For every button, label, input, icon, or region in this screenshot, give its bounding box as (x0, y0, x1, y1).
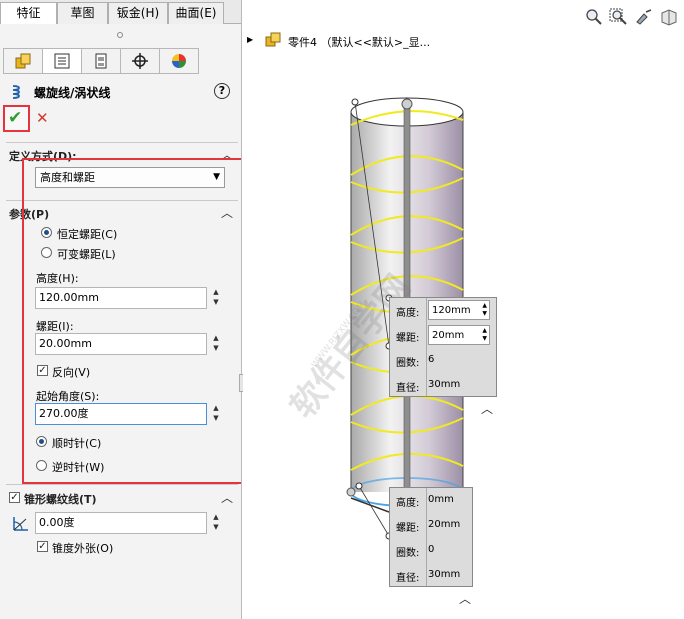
divider (6, 142, 238, 143)
panel-grip-dot (117, 32, 123, 38)
callout-pitch-key: 螺距: (396, 333, 420, 344)
taper-angle-icon (13, 517, 28, 531)
crosshair-icon (132, 53, 148, 69)
callout-turns-key: 圈数: (396, 358, 420, 369)
feature-tree-icon (15, 53, 31, 69)
callout-turns-value: 0 (428, 544, 435, 555)
taper-angle-input[interactable]: 0.00度 (35, 512, 207, 534)
property-manager-panel: 特征 草图 钣金(H) 曲面(E) 螺旋线/涡状线 ? ✔ ✕ 定义方式(D):… (0, 0, 242, 619)
color-wheel-icon (172, 54, 186, 68)
divider (6, 484, 238, 485)
helix-feature-icon (12, 85, 20, 99)
callout-diameter-key: 直径: (396, 383, 420, 394)
tab-sketch[interactable]: 草图 (57, 2, 108, 24)
taper-section-header: 锥形螺纹线(T) (24, 493, 97, 506)
help-icon[interactable]: ? (214, 83, 230, 99)
display-manager-tab[interactable] (159, 48, 199, 74)
graphics-viewport[interactable]: ▶ 零件4 （默认<<默认>_显... 软件自学网 WWW.RJZXW.COM … (243, 0, 684, 619)
collapse-chevron-icon[interactable]: ︿ (221, 489, 233, 506)
callout-diameter-value: 30mm (428, 379, 461, 390)
callout-pitch-value: 20mm (428, 519, 461, 530)
configuration-manager-tab[interactable] (81, 48, 121, 74)
tab-features[interactable]: 特征 (0, 2, 57, 24)
callout-diameter-key: 直径: (396, 573, 420, 584)
callout-height-key: 高度: (396, 308, 420, 319)
configuration-icon (95, 53, 107, 69)
taper-angle-spinner[interactable]: ▲ ▼ (210, 512, 222, 534)
callout-pitch-field[interactable]: 20mm ▲ ▼ (428, 325, 490, 345)
taper-outward-label: 锥度外张(O) (52, 542, 114, 555)
callout-collapse-icon[interactable]: ︿ (481, 400, 493, 417)
feature-manager-tab[interactable] (3, 48, 43, 74)
property-list-icon (54, 53, 70, 69)
callout-height-value: 0mm (428, 494, 454, 505)
callout-diameter-value: 30mm (428, 569, 461, 580)
callout-height-key: 高度: (396, 498, 420, 509)
callout-collapse-icon[interactable]: ︿ (459, 590, 471, 607)
callout-turns-value: 6 (428, 354, 435, 365)
helix-callout-top: 高度: 120mm ▲ ▼ 螺距: 20mm ▲ ▼ 圈数: 6 直径: 30mm (389, 297, 497, 397)
taper-outward-checkbox[interactable]: ✓ (37, 541, 48, 552)
taper-checkbox[interactable]: ✓ (9, 492, 20, 503)
panel-title: 螺旋线/涡状线 (34, 86, 111, 100)
dimxpert-tab[interactable] (120, 48, 160, 74)
callout-pitch-key: 螺距: (396, 523, 420, 534)
highlight-annotation-box (22, 158, 241, 484)
ok-button[interactable]: ✔ (3, 105, 30, 132)
checkmark-icon: ✔ (8, 108, 23, 128)
callout-turns-key: 圈数: (396, 548, 420, 559)
tab-sheet-metal[interactable]: 钣金(H) (108, 2, 168, 24)
helix-callout-bottom: 高度: 0mm 螺距: 20mm 圈数: 0 直径: 30mm (389, 487, 473, 587)
callout-height-field[interactable]: 120mm ▲ ▼ (428, 300, 490, 320)
property-manager-tab[interactable] (42, 48, 82, 74)
tab-surfaces[interactable]: 曲面(E) (168, 2, 224, 24)
cancel-button[interactable]: ✕ (36, 109, 49, 127)
